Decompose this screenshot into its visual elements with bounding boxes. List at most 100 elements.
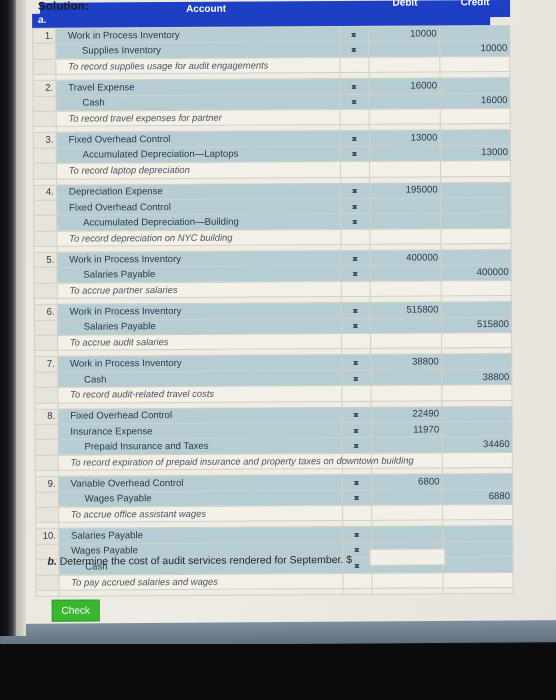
- credit-cell[interactable]: [440, 228, 511, 244]
- debit-cell[interactable]: 11970: [371, 421, 442, 438]
- credit-cell[interactable]: 13000: [439, 145, 511, 162]
- credit-cell[interactable]: 34460: [441, 436, 513, 453]
- account-name[interactable]: Work in Process Inventory: [55, 26, 340, 44]
- credit-cell[interactable]: [439, 129, 511, 146]
- debit-cell[interactable]: [372, 572, 443, 589]
- credit-cell[interactable]: [439, 56, 510, 73]
- credit-cell[interactable]: [440, 249, 512, 266]
- credit-cell[interactable]: 515800: [440, 317, 512, 333]
- debit-cell[interactable]: 22490: [371, 406, 442, 423]
- entry-description[interactable]: To accrue office assistant wages: [58, 505, 343, 523]
- spinner-cell[interactable]: ▲ ▼: [342, 489, 372, 506]
- spinner-cell[interactable]: ▲ ▼: [340, 302, 371, 319]
- credit-cell[interactable]: [439, 25, 510, 42]
- debit-cell[interactable]: [370, 369, 442, 386]
- debit-cell[interactable]: 16000: [369, 78, 440, 94]
- account-name[interactable]: Work in Process Inventory: [57, 354, 342, 373]
- debit-cell[interactable]: 195000: [369, 182, 441, 199]
- spinner-cell[interactable]: ▲ ▼: [340, 213, 371, 230]
- credit-cell[interactable]: [441, 421, 513, 438]
- debit-cell[interactable]: [371, 489, 443, 506]
- credit-cell[interactable]: [440, 181, 511, 198]
- debit-cell[interactable]: 10000: [368, 25, 440, 42]
- credit-cell[interactable]: [442, 525, 513, 542]
- credit-cell[interactable]: [442, 571, 514, 588]
- credit-cell[interactable]: [441, 473, 513, 490]
- account-name[interactable]: Accumulated Depreciation—Building: [56, 213, 341, 231]
- spinner-cell[interactable]: ▲ ▼: [341, 437, 372, 454]
- credit-cell[interactable]: [441, 332, 512, 349]
- credit-cell[interactable]: [440, 197, 511, 214]
- credit-cell[interactable]: [439, 77, 511, 94]
- credit-cell[interactable]: 38800: [441, 369, 512, 386]
- account-name[interactable]: Accumulated Depreciation—Laptops: [56, 146, 341, 164]
- account-name[interactable]: Supplies Inventory: [55, 41, 340, 60]
- part-b-answer-input[interactable]: [369, 548, 446, 566]
- debit-cell[interactable]: 38800: [370, 354, 442, 371]
- debit-cell[interactable]: [369, 161, 441, 177]
- credit-cell[interactable]: [440, 301, 512, 318]
- check-button[interactable]: Check: [51, 599, 100, 622]
- credit-cell[interactable]: [441, 384, 512, 401]
- credit-cell[interactable]: [442, 556, 514, 573]
- entry-description[interactable]: To record laptop depreciation: [56, 161, 341, 179]
- credit-cell[interactable]: [442, 541, 513, 558]
- account-name[interactable]: Salaries Payable: [56, 265, 341, 284]
- account-name[interactable]: Salaries Payable: [57, 318, 342, 336]
- credit-cell[interactable]: [440, 280, 512, 297]
- debit-cell[interactable]: [371, 385, 442, 401]
- credit-cell[interactable]: 10000: [439, 40, 510, 57]
- debit-cell[interactable]: 13000: [369, 130, 440, 147]
- debit-cell[interactable]: [370, 332, 442, 349]
- debit-cell[interactable]: 6800: [371, 474, 443, 490]
- spinner-cell[interactable]: ▲ ▼: [340, 265, 371, 282]
- credit-cell[interactable]: 16000: [439, 93, 511, 109]
- account-name[interactable]: Insurance Expense: [57, 422, 342, 440]
- spinner-cell[interactable]: ▲ ▼: [340, 250, 371, 266]
- entry-description[interactable]: To record depreciation on NYC building: [56, 229, 341, 247]
- spinner-cell[interactable]: ▲ ▼: [339, 41, 369, 58]
- spinner-cell[interactable]: ▲ ▼: [341, 354, 371, 371]
- debit-cell[interactable]: [368, 56, 440, 73]
- spinner-cell[interactable]: ▲ ▼: [340, 146, 370, 162]
- credit-cell[interactable]: 6880: [442, 489, 513, 505]
- credit-cell[interactable]: [439, 108, 511, 125]
- account-name[interactable]: Depreciation Expense: [56, 183, 341, 201]
- entry-description[interactable]: To accrue audit salaries: [57, 333, 342, 351]
- account-name[interactable]: Fixed Overhead Control: [57, 407, 342, 425]
- debit-cell[interactable]: 515800: [370, 302, 441, 318]
- account-name[interactable]: Salaries Payable: [58, 526, 343, 544]
- account-name[interactable]: Prepaid Insurance and Taxes: [57, 437, 342, 456]
- spinner-cell[interactable]: ▲ ▼: [340, 182, 370, 199]
- account-name[interactable]: Wages Payable: [58, 490, 343, 508]
- credit-cell[interactable]: [442, 504, 513, 521]
- entry-description[interactable]: To record expiration of prepaid insuranc…: [57, 453, 414, 471]
- account-name[interactable]: Fixed Overhead Control: [56, 198, 341, 216]
- debit-cell[interactable]: [369, 197, 441, 214]
- spinner-cell[interactable]: ▲ ▼: [339, 93, 370, 110]
- credit-cell[interactable]: [440, 212, 511, 229]
- debit-cell[interactable]: [371, 504, 443, 521]
- credit-cell[interactable]: [440, 160, 511, 177]
- credit-cell[interactable]: [441, 452, 513, 469]
- debit-cell[interactable]: [371, 437, 442, 454]
- credit-cell[interactable]: [441, 406, 513, 422]
- spinner-cell[interactable]: ▲ ▼: [341, 370, 372, 386]
- entry-description[interactable]: To record supplies usage for audit engag…: [55, 57, 340, 75]
- account-name[interactable]: Variable Overhead Control: [58, 474, 343, 492]
- credit-cell[interactable]: 400000: [440, 264, 512, 281]
- spinner-cell[interactable]: ▲ ▼: [340, 198, 370, 214]
- debit-cell[interactable]: [370, 228, 441, 245]
- entry-description[interactable]: To accrue partner salaries: [56, 281, 341, 299]
- entry-description[interactable]: To pay accrued salaries and wages: [58, 573, 343, 591]
- entry-description[interactable]: To record travel expenses for partner: [55, 109, 340, 127]
- account-name[interactable]: Travel Expense: [55, 78, 340, 96]
- credit-cell[interactable]: [441, 353, 512, 370]
- debit-cell[interactable]: [370, 317, 442, 334]
- debit-cell[interactable]: [368, 41, 440, 58]
- debit-cell[interactable]: [369, 93, 440, 110]
- account-name[interactable]: Cash: [57, 370, 342, 388]
- debit-cell[interactable]: [369, 108, 440, 125]
- account-name[interactable]: Work in Process Inventory: [56, 250, 341, 268]
- spinner-cell[interactable]: ▲ ▼: [339, 130, 370, 147]
